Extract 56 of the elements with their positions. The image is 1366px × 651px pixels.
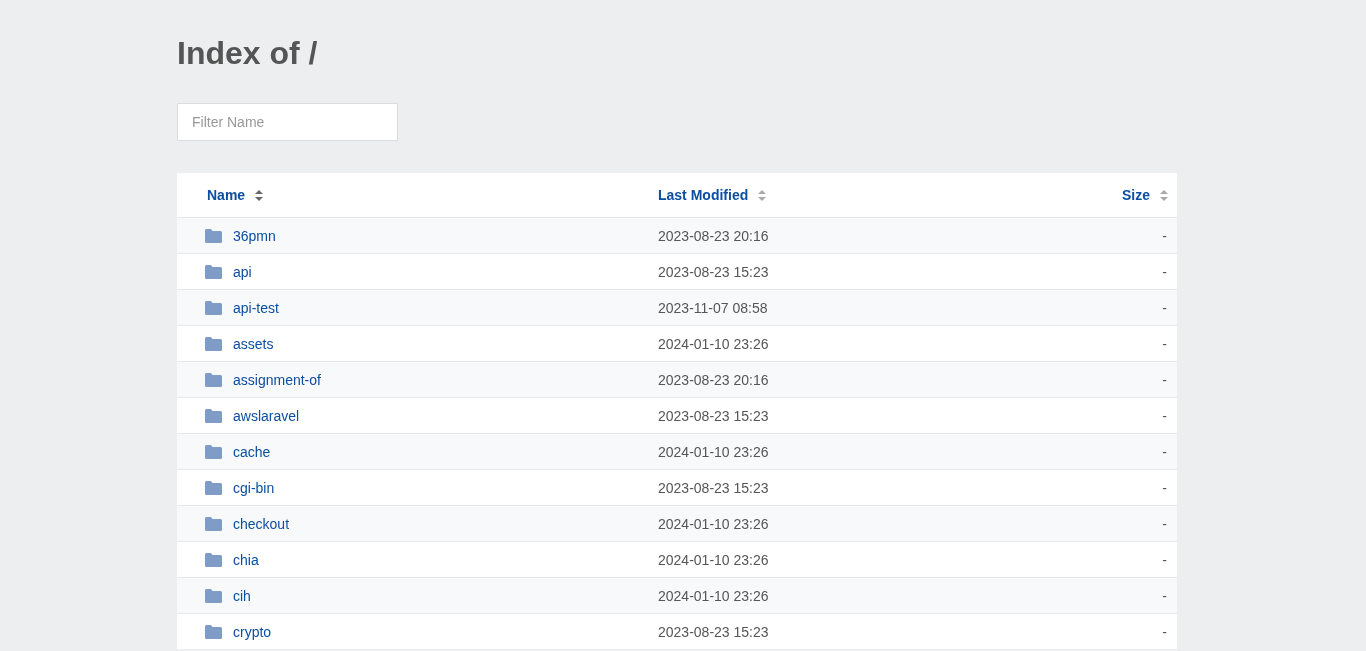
file-size: - — [1162, 587, 1168, 604]
column-header[interactable]: Last Modified — [658, 187, 977, 203]
folder-icon — [205, 300, 222, 315]
file-size: - — [1162, 623, 1168, 640]
modified-date: 2024-01-10 23:26 — [658, 335, 770, 352]
folder-icon — [205, 336, 222, 351]
modified-date: 2024-01-10 23:26 — [658, 515, 770, 532]
folder-link[interactable]: checkout — [233, 515, 290, 532]
folder-link[interactable]: assignment-of — [233, 371, 321, 388]
page-title: Index of / — [177, 34, 319, 73]
modified-date: 2024-01-10 23:26 — [658, 443, 770, 460]
folder-link[interactable]: awslaravel — [233, 407, 300, 424]
modified-date: 2023-08-23 15:23 — [658, 479, 770, 496]
file-size: - — [1162, 407, 1168, 424]
column-label: Last Modified — [658, 187, 749, 203]
column-header[interactable]: Name — [177, 187, 658, 203]
folder-icon — [205, 408, 222, 423]
folder-icon — [205, 516, 222, 531]
column-label: Name — [207, 187, 246, 203]
modified-date: 2024-01-10 23:26 — [658, 551, 770, 568]
folder-link[interactable]: cih — [233, 587, 251, 604]
column-label: Size — [1122, 187, 1150, 203]
file-size: - — [1162, 443, 1168, 460]
file-size: - — [1162, 263, 1168, 280]
filter-field[interactable]: Filter Name — [177, 103, 398, 141]
file-size: - — [1162, 515, 1168, 532]
folder-link[interactable]: cgi-bin — [233, 479, 275, 496]
modified-date: 2023-08-23 15:23 — [658, 623, 770, 640]
folder-icon — [205, 444, 222, 459]
modified-date: 2023-08-23 15:23 — [658, 407, 770, 424]
folder-icon — [205, 588, 222, 603]
folder-link[interactable]: chia — [233, 551, 259, 568]
folder-link[interactable]: 36pmn — [233, 227, 276, 244]
file-size: - — [1162, 227, 1168, 244]
file-size: - — [1162, 299, 1168, 316]
folder-icon — [205, 228, 222, 243]
folder-icon — [205, 372, 222, 387]
folder-link[interactable]: api-test — [233, 299, 279, 316]
folder-link[interactable]: assets — [233, 335, 274, 352]
file-size: - — [1162, 551, 1168, 568]
folder-icon — [205, 480, 222, 495]
file-size: - — [1162, 479, 1168, 496]
column-header[interactable]: Size — [1122, 187, 1177, 203]
modified-date: 2023-08-23 15:23 — [658, 263, 770, 280]
folder-icon — [205, 264, 222, 279]
folder-link[interactable]: api — [233, 263, 252, 280]
folder-icon — [205, 552, 222, 567]
folder-link[interactable]: cache — [233, 443, 271, 460]
modified-date: 2024-01-10 23:26 — [658, 587, 770, 604]
file-size: - — [1162, 335, 1168, 352]
modified-date: 2023-08-23 20:16 — [658, 227, 770, 244]
modified-date: 2023-08-23 20:16 — [658, 371, 770, 388]
file-size: - — [1162, 371, 1168, 388]
modified-date: 2023-11-07 08:58 — [658, 299, 769, 316]
folder-link[interactable]: crypto — [233, 623, 272, 640]
folder-icon — [205, 624, 222, 639]
